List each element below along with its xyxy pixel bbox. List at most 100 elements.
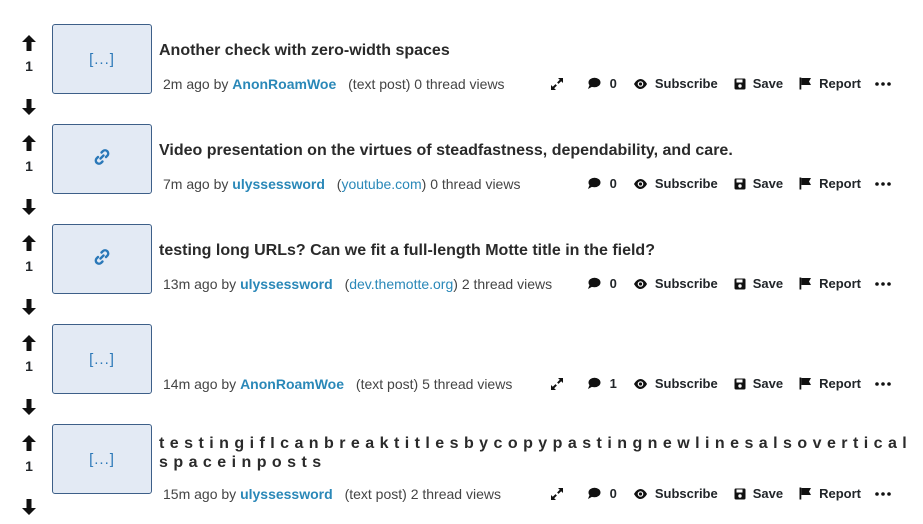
post-thumbnail[interactable]: [...]	[52, 324, 152, 394]
post-thumbnail[interactable]: [...]	[52, 424, 152, 494]
post-item: 1 [...] 14m ago by AnonRoamWoe (text pos…	[0, 324, 923, 424]
post-source: (text post)	[344, 486, 407, 502]
subscribe-button[interactable]: Subscribe	[633, 176, 718, 191]
vote-box: 1	[17, 234, 41, 316]
save-icon	[734, 178, 746, 189]
save-label: Save	[752, 376, 784, 391]
arrow-up-icon[interactable]	[21, 434, 37, 452]
save-label: Save	[752, 76, 784, 91]
report-button[interactable]: Report	[799, 276, 861, 291]
thumbnail-text: [...]	[89, 350, 115, 368]
eye-icon	[633, 278, 647, 289]
comment-icon	[587, 277, 601, 289]
save-label: Save	[752, 486, 784, 501]
comments-button[interactable]: 1	[587, 376, 617, 391]
more-icon[interactable]	[875, 81, 898, 86]
comment-icon	[587, 77, 601, 89]
flag-icon	[799, 177, 812, 190]
comments-button[interactable]: 0	[587, 76, 617, 91]
subscribe-button[interactable]: Subscribe	[633, 276, 718, 291]
save-button[interactable]: Save	[734, 176, 783, 191]
flag-icon	[799, 277, 812, 290]
arrow-down-icon[interactable]	[21, 198, 37, 216]
arrow-up-icon[interactable]	[21, 334, 37, 352]
arrow-up-icon[interactable]	[21, 34, 37, 52]
comment-count: 1	[609, 376, 617, 391]
comments-button[interactable]: 0	[587, 276, 617, 291]
report-button[interactable]: Report	[799, 176, 861, 191]
eye-icon	[633, 488, 647, 499]
link-icon	[93, 148, 111, 171]
post-title[interactable]: Another check with zero-width spaces	[159, 42, 450, 60]
post-time: 7m ago	[163, 176, 210, 192]
post-meta: 13m ago by ulyssessword (dev.themotte.or…	[163, 276, 552, 292]
post-title[interactable]: t e s t i n g i f I c a n b r e a k t i …	[159, 434, 911, 472]
subscribe-button[interactable]: Subscribe	[633, 486, 718, 501]
subscribe-button[interactable]: Subscribe	[633, 76, 718, 91]
arrow-up-icon[interactable]	[21, 134, 37, 152]
post-author[interactable]: ulyssessword	[240, 486, 333, 502]
comment-count: 0	[609, 176, 617, 191]
post-title[interactable]: Video presentation on the virtues of ste…	[159, 142, 733, 160]
post-time: 13m ago	[163, 276, 218, 292]
post-thumbnail[interactable]: [...]	[52, 24, 152, 94]
vote-box: 1	[17, 334, 41, 416]
post-meta: 7m ago by ulyssessword (youtube.com) 0 t…	[163, 176, 520, 192]
arrow-up-icon[interactable]	[21, 234, 37, 252]
expand-icon[interactable]	[550, 77, 571, 91]
post-actions: 0 Subscribe Save Report	[550, 76, 898, 91]
post-author[interactable]: AnonRoamWoe	[240, 376, 344, 392]
more-icon[interactable]	[875, 181, 898, 186]
expand-icon[interactable]	[550, 377, 571, 391]
save-icon	[734, 278, 746, 289]
thread-views: 0 thread views	[414, 76, 505, 92]
post-author[interactable]: AnonRoamWoe	[232, 76, 336, 92]
save-button[interactable]: Save	[734, 276, 783, 291]
post-item: 1 [...] t e s t i n g i f I c a n b r e …	[0, 424, 923, 524]
save-button[interactable]: Save	[734, 486, 783, 501]
post-actions: 0 Subscribe Save Report	[571, 276, 898, 291]
expand-icon[interactable]	[550, 487, 571, 501]
comment-count: 0	[609, 276, 617, 291]
save-button[interactable]: Save	[734, 376, 783, 391]
save-icon	[734, 78, 746, 89]
subscribe-button[interactable]: Subscribe	[633, 376, 718, 391]
arrow-down-icon[interactable]	[21, 498, 37, 516]
post-time: 15m ago	[163, 486, 218, 502]
post-author[interactable]: ulyssessword	[240, 276, 333, 292]
post-item: 1 [...] Another check with zero-width sp…	[0, 24, 923, 124]
report-button[interactable]: Report	[799, 486, 861, 501]
more-icon[interactable]	[875, 491, 898, 496]
by-label: by	[221, 376, 237, 392]
by-label: by	[213, 76, 229, 92]
arrow-down-icon[interactable]	[21, 98, 37, 116]
comments-button[interactable]: 0	[587, 486, 617, 501]
score: 1	[25, 258, 33, 274]
thread-views: 5 thread views	[422, 376, 513, 392]
more-icon[interactable]	[875, 381, 898, 386]
post-meta: 2m ago by AnonRoamWoe (text post) 0 thre…	[163, 76, 505, 92]
post-source: (text post)	[355, 376, 419, 392]
vote-box: 1	[17, 34, 41, 116]
by-label: by	[221, 276, 237, 292]
vote-box: 1	[17, 134, 41, 216]
arrow-down-icon[interactable]	[21, 398, 37, 416]
by-label: by	[213, 176, 229, 192]
report-button[interactable]: Report	[799, 76, 861, 91]
subscribe-label: Subscribe	[654, 76, 718, 91]
subscribe-label: Subscribe	[654, 486, 718, 501]
thumbnail-text: [...]	[89, 50, 115, 68]
link-icon	[93, 248, 111, 271]
post-thumbnail[interactable]	[52, 124, 152, 194]
post-thumbnail[interactable]	[52, 224, 152, 294]
comments-button[interactable]: 0	[587, 176, 617, 191]
comment-icon	[587, 487, 601, 499]
more-icon[interactable]	[875, 281, 898, 286]
score: 1	[25, 58, 33, 74]
report-button[interactable]: Report	[799, 376, 861, 391]
flag-icon	[799, 377, 812, 390]
post-title[interactable]: testing long URLs? Can we fit a full-len…	[159, 242, 655, 260]
save-button[interactable]: Save	[734, 76, 783, 91]
post-author[interactable]: ulyssessword	[232, 176, 325, 192]
arrow-down-icon[interactable]	[21, 298, 37, 316]
